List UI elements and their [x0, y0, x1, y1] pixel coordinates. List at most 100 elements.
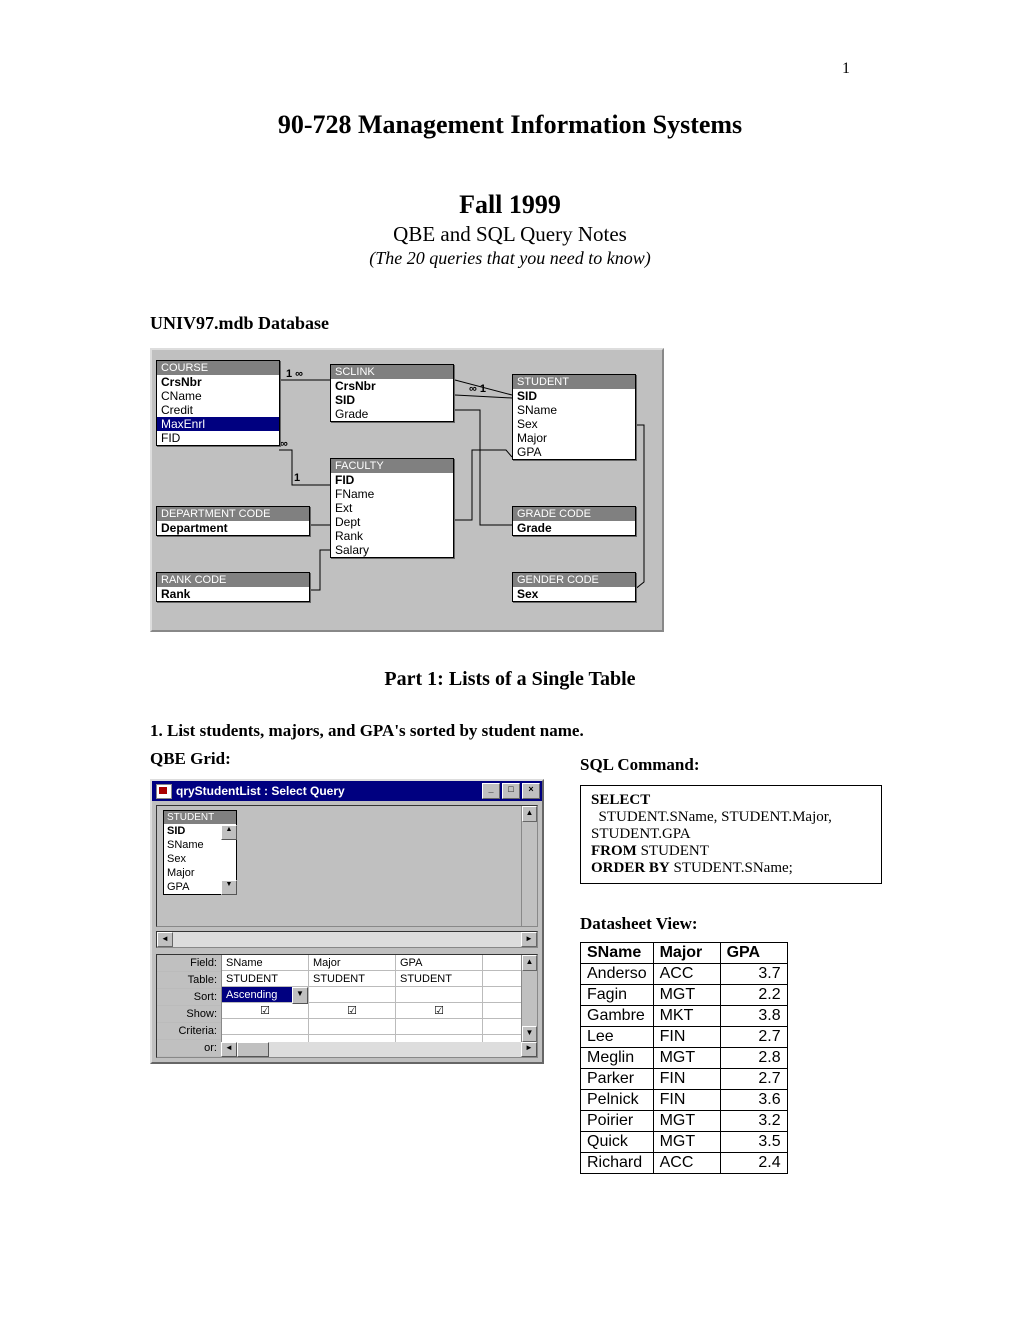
field: SID: [513, 389, 635, 403]
vscrollbar[interactable]: ▲▼: [521, 955, 537, 1042]
cell-field[interactable]: SName: [222, 955, 308, 971]
scroll-down-icon[interactable]: ▼: [221, 880, 237, 895]
database-label: UNIV97.mdb Database: [150, 313, 870, 334]
scroll-left-icon[interactable]: ◄: [221, 1042, 237, 1057]
scroll-up-icon[interactable]: ▲: [221, 825, 237, 840]
maximize-button[interactable]: □: [502, 783, 520, 799]
sql-body: STUDENT.SName;: [674, 860, 793, 876]
cell-sort[interactable]: [309, 987, 395, 1003]
table-rankcode: RANK CODE Rank: [156, 572, 310, 602]
field: Rank: [157, 587, 309, 601]
cell-sort[interactable]: [396, 987, 482, 1003]
cell-criteria[interactable]: [222, 1019, 308, 1035]
table-sclink-header: SCLINK: [331, 365, 453, 379]
field: FName: [331, 487, 453, 501]
rel-1-inf: 1 ∞: [286, 368, 303, 380]
app-icon: [156, 784, 172, 799]
part-heading: Part 1: Lists of a Single Table: [150, 668, 870, 691]
hscrollbar[interactable]: ◄►: [156, 931, 538, 948]
datasheet-label: Datasheet View:: [580, 914, 882, 934]
scroll-right-icon[interactable]: ►: [521, 1042, 537, 1057]
rel-inf-1: ∞ 1: [469, 383, 486, 395]
grid-row-labels: Field: Table: Sort: Show: Criteria: or:: [157, 955, 222, 1057]
datasheet-table: SName Major GPA AndersoACC3.7 FaginMGT2.…: [580, 942, 788, 1174]
field[interactable]: SName: [164, 838, 236, 852]
table-row: MeglinMGT2.8: [581, 1048, 788, 1069]
col-header: Major: [653, 943, 720, 964]
table-row: QuickMGT3.5: [581, 1132, 788, 1153]
table-faculty-header: FACULTY: [331, 459, 453, 473]
cell-show[interactable]: ☑: [396, 1003, 482, 1019]
field: Sex: [513, 587, 635, 601]
schema-diagram: 1 ∞ ∞ 1 ∞ 1 COURSE CrsNbr CName Credit M…: [150, 348, 664, 632]
dropdown-icon[interactable]: ▼: [292, 987, 308, 1004]
field: FID: [157, 431, 279, 445]
row-label: or:: [157, 1040, 221, 1057]
doc-title-1: 90-728 Management Information Systems: [150, 110, 870, 140]
table-row: PelnickFIN3.6: [581, 1090, 788, 1111]
page-number: 1: [842, 60, 850, 78]
field: Sex: [513, 417, 635, 431]
scroll-up-icon[interactable]: ▲: [522, 806, 537, 822]
scroll-right-icon[interactable]: ►: [521, 932, 537, 947]
cell-criteria[interactable]: [396, 1019, 482, 1035]
qbe-title-text: qryStudentList : Select Query: [176, 784, 345, 798]
table-gradecode: GRADE CODE Grade: [512, 506, 636, 536]
table-row: LeeFIN2.7: [581, 1027, 788, 1048]
field: SName: [513, 403, 635, 417]
minimize-button[interactable]: _: [482, 783, 500, 799]
scroll-down-icon[interactable]: ▼: [522, 1026, 537, 1042]
table-faculty: FACULTY FID FName Ext Dept Rank Salary: [330, 458, 454, 558]
table-rankcode-header: RANK CODE: [157, 573, 309, 587]
close-button[interactable]: ×: [522, 783, 540, 799]
scroll-thumb[interactable]: [237, 1042, 269, 1057]
cell-show[interactable]: ☑: [309, 1003, 395, 1019]
cell-show[interactable]: ☑: [222, 1003, 308, 1019]
table-header-row: SName Major GPA: [581, 943, 788, 964]
table-deptcode-header: DEPARTMENT CODE: [157, 507, 309, 521]
vscrollbar[interactable]: ▲: [521, 806, 537, 926]
cell-criteria[interactable]: [309, 1019, 395, 1035]
hscrollbar[interactable]: ◄►: [221, 1042, 537, 1057]
field: FID: [331, 473, 453, 487]
cell-table[interactable]: STUDENT: [222, 971, 308, 987]
sql-body: STUDENT.SName, STUDENT.Major, STUDENT.GP…: [591, 809, 832, 842]
field[interactable]: Sex: [164, 852, 236, 866]
qbe-tables-pane: STUDENT SID SName Sex Major GPA ▲ ▼ ▲: [156, 805, 538, 927]
table-gendercode: GENDER CODE Sex: [512, 572, 636, 602]
table-row: AndersoACC3.7: [581, 964, 788, 985]
cell-table[interactable]: STUDENT: [396, 971, 482, 987]
field[interactable]: Major: [164, 866, 236, 880]
cell-field[interactable]: Major: [309, 955, 395, 971]
table-gendercode-header: GENDER CODE: [513, 573, 635, 587]
field: Ext: [331, 501, 453, 515]
row-label: Show:: [157, 1006, 221, 1023]
table-row: ParkerFIN2.7: [581, 1069, 788, 1090]
row-label: Criteria:: [157, 1023, 221, 1040]
table-course-header: COURSE: [157, 361, 279, 375]
scroll-up-icon[interactable]: ▲: [522, 955, 537, 971]
rel-inf: ∞: [280, 438, 288, 450]
field: CrsNbr: [331, 379, 453, 393]
field: Grade: [513, 521, 635, 535]
field-selected: MaxEnrl: [157, 417, 279, 431]
table-row: GambreMKT3.8: [581, 1006, 788, 1027]
table-row: FaginMGT2.2: [581, 985, 788, 1006]
field: Grade: [331, 407, 453, 421]
field: Dept: [331, 515, 453, 529]
field: CrsNbr: [157, 375, 279, 389]
qbe-titlebar[interactable]: qryStudentList : Select Query _ □ ×: [152, 781, 542, 801]
col-header: GPA: [720, 943, 787, 964]
field: Department: [157, 521, 309, 535]
sql-label: SQL Command:: [580, 755, 882, 775]
cell-table[interactable]: STUDENT: [309, 971, 395, 987]
table-sclink: SCLINK CrsNbr SID Grade: [330, 364, 454, 422]
scroll-left-icon[interactable]: ◄: [157, 932, 173, 947]
row-label: Field:: [157, 955, 221, 972]
table-deptcode: DEPARTMENT CODE Department: [156, 506, 310, 536]
cell-field[interactable]: GPA: [396, 955, 482, 971]
qbe-student-table[interactable]: STUDENT SID SName Sex Major GPA ▲ ▼: [163, 810, 237, 895]
doc-title-2: Fall 1999: [150, 190, 870, 220]
cell-sort[interactable]: Ascending▼: [222, 987, 308, 1003]
table-gradecode-header: GRADE CODE: [513, 507, 635, 521]
